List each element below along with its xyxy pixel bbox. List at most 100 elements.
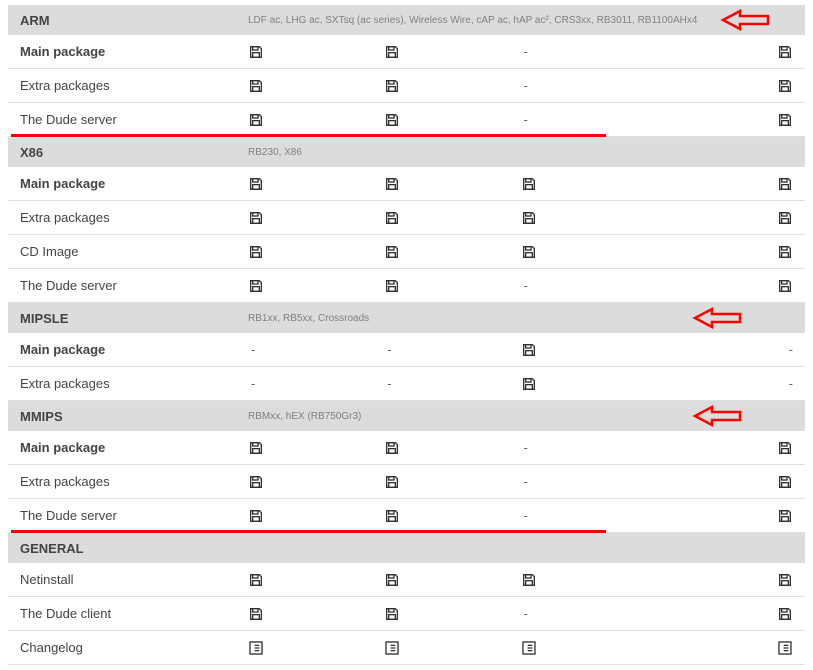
section-subtitle: RBMxx, hEX (RB750Gr3) [248,411,793,422]
download-disk-icon[interactable] [384,176,400,192]
download-cell: - [384,342,520,358]
section-title: GENERAL [20,541,248,556]
row-label: Netinstall [20,572,248,587]
download-disk-icon[interactable] [384,508,400,524]
table-row: CD Image [8,235,805,269]
download-disk-icon[interactable] [521,244,537,260]
download-cell [248,278,384,294]
download-disk-icon[interactable] [248,78,264,94]
download-disk-icon[interactable] [777,440,793,456]
download-disk-icon[interactable] [384,112,400,128]
section-header: GENERAL [8,533,805,563]
download-cell: - [521,278,657,294]
table-row: Extra packages [8,201,805,235]
changelog-list-icon[interactable] [384,640,400,656]
download-cell [521,342,657,358]
download-disk-icon[interactable] [248,508,264,524]
download-disk-icon[interactable] [384,606,400,622]
download-cell: - [521,112,657,128]
table-row: The Dude server - [8,269,805,303]
not-available-dash: - [786,342,793,357]
section-title: ARM [20,13,248,28]
download-cell [521,210,657,226]
section-header: MIPSLERB1xx, RB5xx, Crossroads [8,303,805,333]
download-disk-icon[interactable] [777,572,793,588]
download-disk-icon[interactable] [384,78,400,94]
row-label: The Dude server [20,278,248,293]
download-disk-icon[interactable] [248,606,264,622]
download-disk-icon[interactable] [384,278,400,294]
download-disk-icon[interactable] [521,176,537,192]
download-disk-icon[interactable] [521,342,537,358]
not-available-dash: - [521,606,528,621]
download-disk-icon[interactable] [777,508,793,524]
download-cell [521,572,657,588]
download-cell [248,44,384,60]
download-cell [248,508,384,524]
download-cell [657,440,793,456]
download-disk-icon[interactable] [777,210,793,226]
download-cell [384,44,520,60]
download-disk-icon[interactable] [384,210,400,226]
download-cell [384,244,520,260]
table-row: Main package--- [8,333,805,367]
download-disk-icon[interactable] [248,278,264,294]
download-disk-icon[interactable] [384,244,400,260]
download-cell: - [521,606,657,622]
download-disk-icon[interactable] [777,112,793,128]
download-disk-icon[interactable] [248,112,264,128]
download-cell: - [248,342,384,358]
download-cell [657,44,793,60]
download-cell: - [657,342,793,358]
changelog-list-icon[interactable] [521,640,537,656]
download-cell [248,176,384,192]
download-cell: - [521,474,657,490]
download-disk-icon[interactable] [384,572,400,588]
row-label: CD Image [20,244,248,259]
row-label: Extra packages [20,376,248,391]
download-disk-icon[interactable] [248,572,264,588]
download-disk-icon[interactable] [248,176,264,192]
download-cell [248,440,384,456]
not-available-dash: - [521,474,528,489]
download-disk-icon[interactable] [384,474,400,490]
changelog-list-icon[interactable] [777,640,793,656]
section-header: MMIPSRBMxx, hEX (RB750Gr3) [8,401,805,431]
download-cell [384,112,520,128]
download-disk-icon[interactable] [248,440,264,456]
download-disk-icon[interactable] [777,244,793,260]
download-disk-icon[interactable] [248,474,264,490]
download-disk-icon[interactable] [248,210,264,226]
table-row: Extra packages- [8,69,805,103]
download-disk-icon[interactable] [248,44,264,60]
download-disk-icon[interactable] [777,606,793,622]
download-cell [657,176,793,192]
download-cell: - [521,78,657,94]
download-disk-icon[interactable] [248,244,264,260]
section-title: X86 [20,145,248,160]
download-disk-icon[interactable] [777,474,793,490]
download-cell: - [521,44,657,60]
row-label: The Dude server [20,508,248,523]
table-row: Changelog [8,631,805,665]
not-available-dash: - [521,44,528,59]
download-cell: - [248,376,384,392]
download-cell: - [521,440,657,456]
table-row: The Dude server- [8,103,805,137]
download-disk-icon[interactable] [384,440,400,456]
download-disk-icon[interactable] [521,210,537,226]
download-disk-icon[interactable] [521,376,537,392]
download-disk-icon[interactable] [777,176,793,192]
row-label: Main package [20,440,248,455]
download-disk-icon[interactable] [777,44,793,60]
download-disk-icon[interactable] [777,78,793,94]
not-available-dash: - [521,112,528,127]
download-disk-icon[interactable] [521,572,537,588]
download-disk-icon[interactable] [777,278,793,294]
changelog-list-icon[interactable] [248,640,264,656]
download-cell [657,78,793,94]
download-cell [248,474,384,490]
download-disk-icon[interactable] [384,44,400,60]
row-label: Changelog [20,640,248,655]
download-cell [657,640,793,656]
